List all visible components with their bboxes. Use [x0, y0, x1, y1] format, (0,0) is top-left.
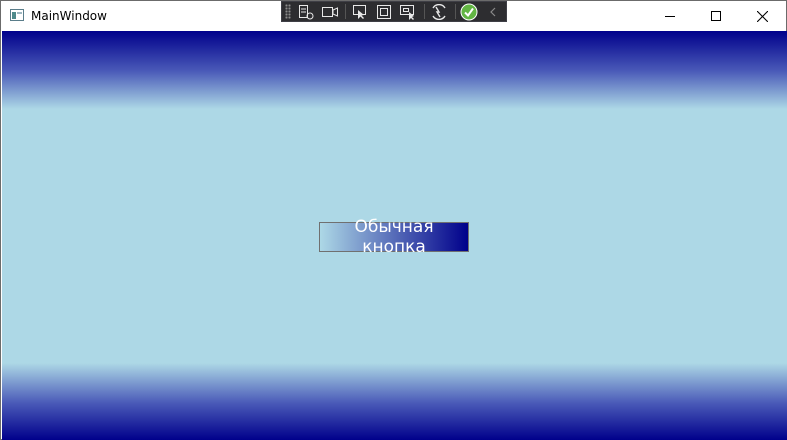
runtime-debug-toolbar — [281, 1, 507, 22]
adorner-icon — [377, 4, 392, 19]
record-button[interactable] — [319, 2, 341, 21]
binding-status-button[interactable] — [458, 2, 480, 21]
live-visual-tree-button[interactable] — [295, 2, 317, 21]
display-adorner-button[interactable] — [373, 2, 395, 21]
select-element-icon — [353, 4, 367, 19]
close-icon — [756, 10, 768, 22]
live-visual-tree-icon — [298, 4, 314, 19]
maximize-button[interactable] — [693, 1, 739, 31]
window-content: Обычная кнопка — [2, 31, 787, 440]
toolbar-separator — [345, 4, 347, 19]
minimize-icon — [665, 16, 675, 17]
track-focus-button[interactable] — [397, 2, 419, 21]
maximize-icon — [711, 11, 721, 21]
select-element-button[interactable] — [349, 2, 371, 21]
track-focus-icon — [399, 4, 414, 20]
toolbar-separator — [423, 4, 425, 19]
app-icon — [10, 9, 24, 21]
hot-reload-icon — [432, 3, 446, 20]
collapse-chevron-icon — [490, 7, 496, 16]
hot-reload-button[interactable] — [428, 2, 450, 21]
check-icon — [460, 3, 478, 20]
normal-button[interactable]: Обычная кнопка — [319, 217, 469, 257]
record-icon — [321, 6, 338, 17]
main-window: MainWindow Обычная кнопка — [0, 0, 787, 440]
window-title: MainWindow — [31, 9, 107, 23]
minimize-button[interactable] — [647, 1, 693, 31]
collapse-toolbar-button[interactable] — [482, 2, 504, 21]
toolbar-grip[interactable] — [285, 4, 291, 19]
close-button[interactable] — [739, 1, 785, 31]
toolbar-separator — [454, 4, 456, 19]
